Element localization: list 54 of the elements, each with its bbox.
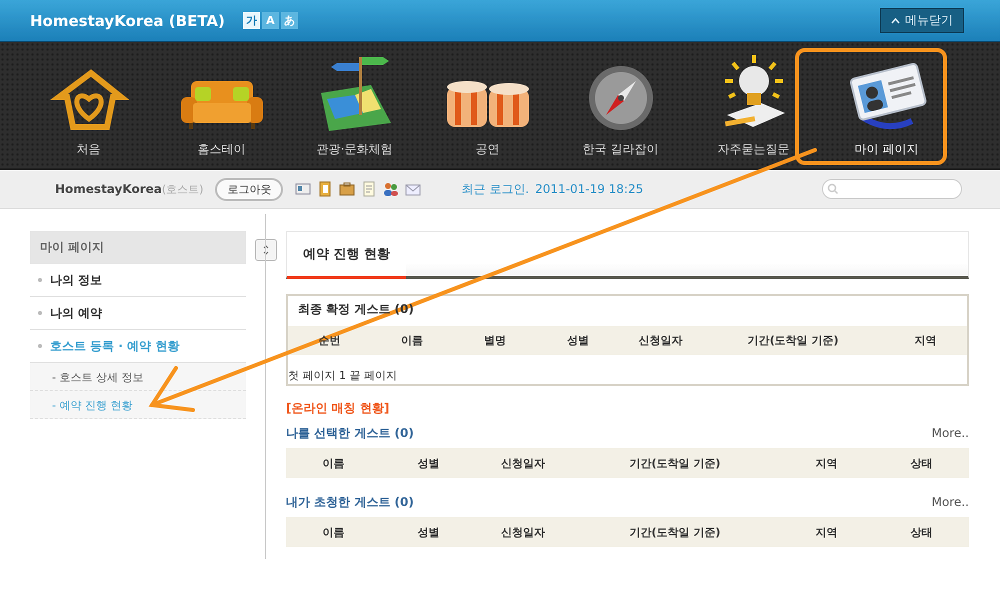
nav-item[interactable]: 관광·문화체험 bbox=[288, 46, 421, 168]
document-icon[interactable] bbox=[361, 181, 378, 197]
sidebar-item[interactable]: 나의 정보 bbox=[30, 264, 246, 297]
search-icon bbox=[827, 183, 839, 195]
nav-item[interactable]: 자주묻는질문 bbox=[687, 46, 820, 168]
caret-icon bbox=[891, 18, 900, 24]
section-title: 내가 초청한 게스트 (0) bbox=[286, 494, 414, 510]
nav-item[interactable]: 처음 bbox=[22, 46, 155, 168]
column-header: 기간(도착일 기준) bbox=[746, 333, 840, 348]
last-login-label: 최근 로그인. bbox=[461, 180, 530, 198]
briefcase-icon[interactable] bbox=[339, 181, 356, 197]
column-header: 이름 bbox=[400, 333, 424, 348]
id-card-icon[interactable] bbox=[295, 181, 312, 197]
column-header: 상태 bbox=[910, 524, 934, 540]
people-icon[interactable] bbox=[383, 181, 400, 197]
user-role: (호스트) bbox=[162, 182, 204, 196]
column-header: 신청일자 bbox=[500, 524, 546, 540]
column-header: 신청일자 bbox=[500, 456, 546, 470]
search-field[interactable] bbox=[822, 179, 962, 199]
house-heart-icon bbox=[48, 67, 128, 133]
column-header: 신청일자 bbox=[638, 333, 684, 348]
more-link[interactable]: More.. bbox=[932, 426, 969, 440]
user-name: HomestayKorea bbox=[55, 182, 162, 196]
column-header: 상태 bbox=[910, 456, 934, 470]
column-header: 성별 bbox=[416, 456, 440, 470]
logout-button[interactable]: 로그아웃 bbox=[215, 178, 284, 200]
column-header: 성별 bbox=[416, 524, 440, 540]
column-header: 기간(도착일 기준) bbox=[628, 524, 722, 540]
nav-item[interactable]: 마이 페이지 bbox=[820, 46, 953, 168]
column-header: 지역 bbox=[814, 524, 839, 540]
sidebar-title: 마이 페이지 bbox=[30, 231, 246, 264]
nav-item[interactable]: 홈스테이 bbox=[155, 46, 288, 168]
column-header: 지역 bbox=[914, 333, 938, 348]
more-link[interactable]: More.. bbox=[932, 495, 969, 509]
sidebar-subitem[interactable]: - 호스트 상세 정보 bbox=[30, 363, 246, 391]
close-menu-button[interactable]: 메뉴닫기 bbox=[880, 8, 964, 33]
nav-item[interactable]: 한국 길라잡이 bbox=[554, 46, 687, 168]
column-header: 별명 bbox=[483, 333, 508, 348]
column-header: 성별 bbox=[566, 333, 590, 348]
pager-text: 첫 페이지 1 끝 페이지 bbox=[288, 368, 398, 384]
last-login-time: 2011-01-19 18:25 bbox=[535, 182, 644, 196]
sidebar-item[interactable]: 나의 예약 bbox=[30, 297, 246, 330]
language-button[interactable]: 가 bbox=[242, 12, 260, 29]
book-icon[interactable] bbox=[317, 181, 334, 197]
column-header: 기간(도착일 기준) bbox=[628, 456, 722, 470]
section-title: 나를 선택한 게스트 (0) bbox=[286, 424, 414, 442]
scroll-toggle-button[interactable] bbox=[255, 239, 277, 261]
site-title: HomestayKorea (BETA) bbox=[30, 12, 225, 30]
nav-item[interactable]: 공연 bbox=[421, 46, 554, 168]
column-header: 지역 bbox=[814, 456, 839, 470]
section-heading: [온라인 매칭 현황] bbox=[286, 400, 390, 417]
up-down-icon bbox=[263, 244, 269, 254]
column-header: 이름 bbox=[321, 456, 346, 470]
column-header: 이름 bbox=[321, 524, 346, 540]
